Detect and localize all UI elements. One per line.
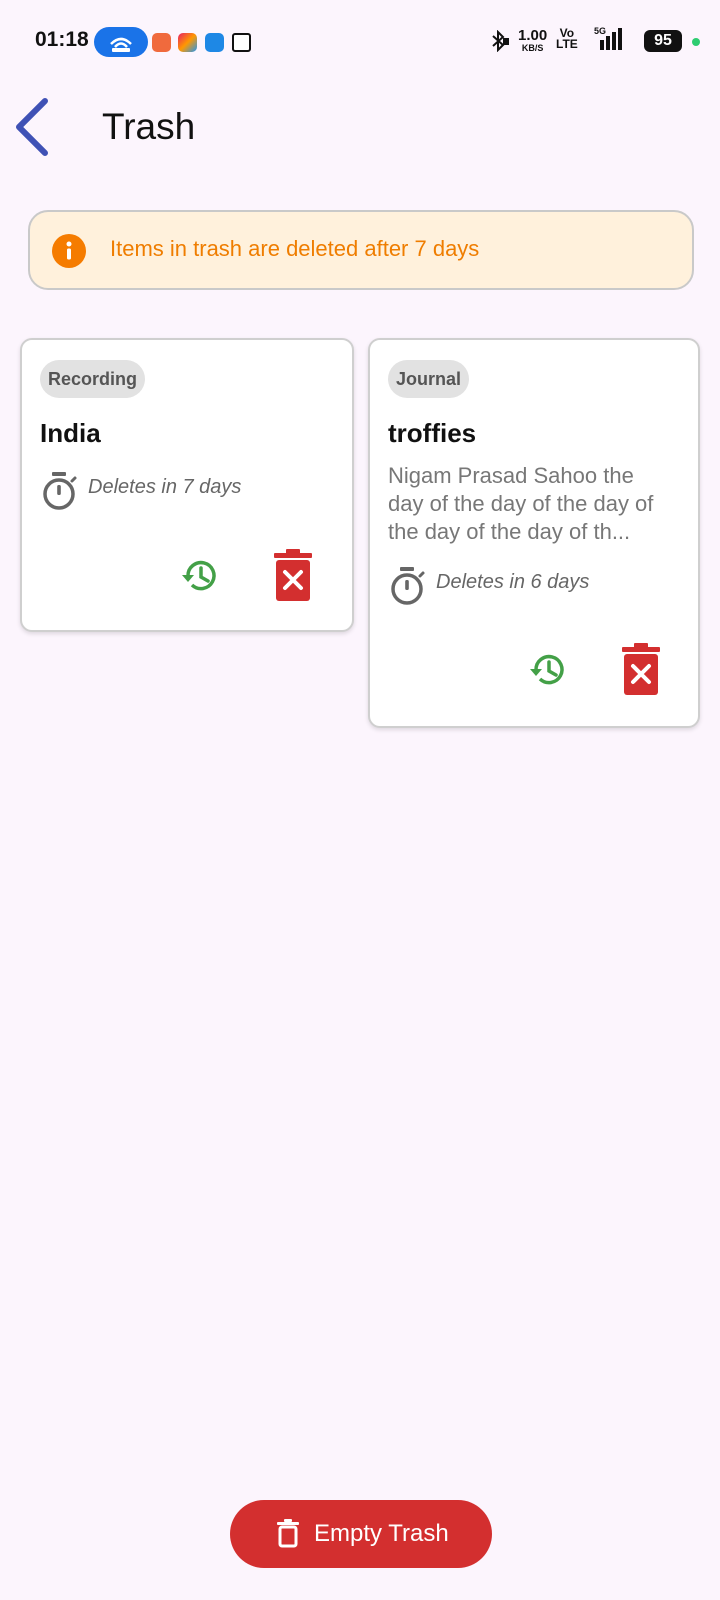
info-banner: Items in trash are deleted after 7 days xyxy=(28,210,694,290)
timer-icon xyxy=(43,472,77,510)
status-bar: 01:18 1.00 KB/S Vo LTE 5G 95 xyxy=(0,0,720,84)
trash-item-card[interactable]: Journal troffies Nigam Prasad Sahoo the … xyxy=(368,338,700,728)
status-time: 01:18 xyxy=(35,28,89,51)
chevron-left-icon xyxy=(16,98,48,156)
info-icon xyxy=(52,234,86,268)
timer-icon xyxy=(391,567,425,605)
app-notification-icon xyxy=(205,33,224,52)
app-notification-icon xyxy=(152,33,171,52)
card-title: troffies xyxy=(388,418,477,448)
bluetooth-icon xyxy=(488,29,510,57)
trash-icon xyxy=(277,1519,299,1548)
volte-indicator: Vo LTE xyxy=(556,26,578,51)
deletes-in-text: Deletes in 6 days xyxy=(436,571,590,593)
deletes-info: Deletes in 6 days xyxy=(388,565,688,607)
restore-button[interactable] xyxy=(526,648,570,692)
back-button[interactable] xyxy=(10,95,70,159)
deletes-in-text: Deletes in 7 days xyxy=(88,476,242,498)
category-chip: Journal xyxy=(388,360,470,398)
privacy-indicator-dot xyxy=(692,38,700,46)
hotspot-icon xyxy=(94,27,148,57)
restore-icon xyxy=(530,654,564,685)
page-title: Trash xyxy=(102,106,196,147)
card-preview-text: Nigam Prasad Sahoo the day of the day of… xyxy=(388,463,654,544)
delete-forever-button[interactable] xyxy=(620,642,662,696)
empty-trash-label: Empty Trash xyxy=(314,1520,449,1547)
delete-forever-icon xyxy=(622,643,660,695)
net-speed: 1.00 KB/S xyxy=(518,27,548,53)
delete-forever-icon xyxy=(274,549,312,601)
app-notification-icon xyxy=(178,33,197,52)
delete-forever-button[interactable] xyxy=(272,548,314,602)
battery-icon: 95 xyxy=(644,30,682,52)
deletes-info: Deletes in 7 days xyxy=(40,470,340,512)
restore-button[interactable] xyxy=(178,554,222,598)
empty-trash-button[interactable]: Empty Trash xyxy=(230,1500,492,1568)
signal-icon: 5G xyxy=(592,26,628,52)
trash-item-card[interactable]: Recording India Deletes in 7 days xyxy=(20,338,354,632)
category-chip: Recording xyxy=(40,360,146,398)
app-notification-icon xyxy=(232,33,251,52)
card-title: India xyxy=(40,418,101,448)
info-banner-text: Items in trash are deleted after 7 days xyxy=(110,236,480,261)
restore-icon xyxy=(182,560,216,591)
